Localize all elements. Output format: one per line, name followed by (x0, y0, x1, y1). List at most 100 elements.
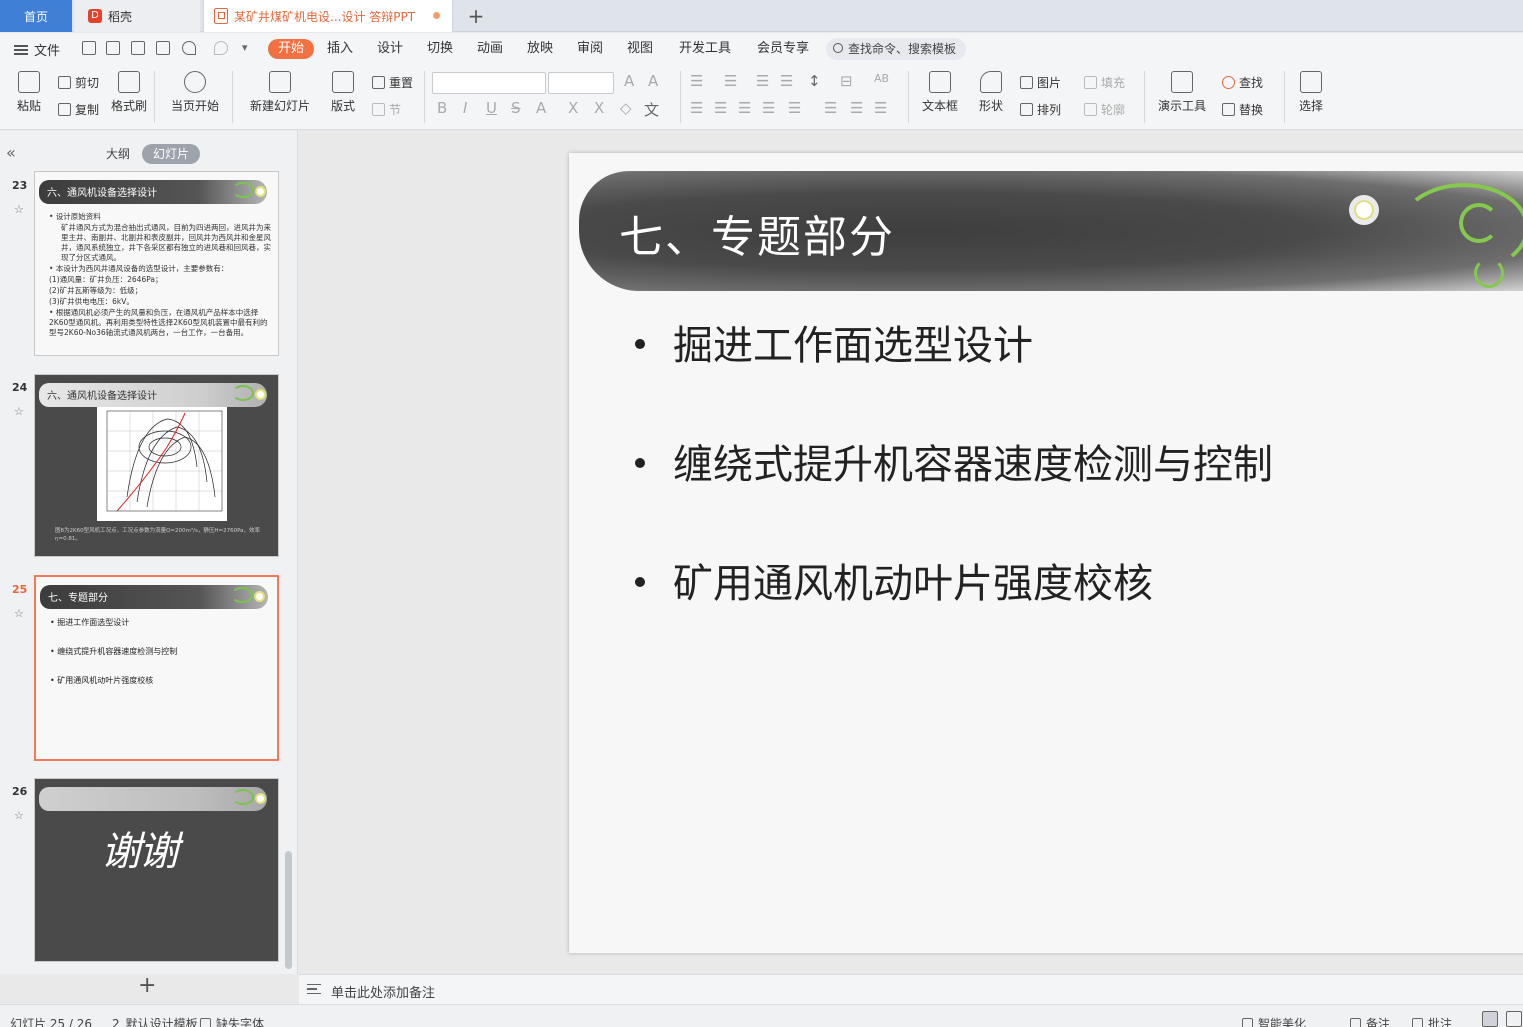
notes-pane[interactable]: 单击此处添加备注 (299, 974, 1523, 1004)
font-family-select[interactable] (432, 72, 546, 94)
command-search[interactable]: 查找命令、搜索模板 (826, 38, 966, 60)
notes-toggle-button[interactable]: 备注 (1350, 1015, 1390, 1027)
save-icon[interactable] (82, 41, 96, 55)
menu-developer[interactable]: 开发工具 (679, 39, 731, 59)
slide-thumbnail-24[interactable]: 六、通风机设备选择设计 图8为2K60型风机工况点，工况点参数为流量Q=200m… (34, 374, 279, 557)
collapse-panel-icon[interactable]: « (6, 143, 16, 162)
menu-insert[interactable]: 插入 (327, 39, 353, 59)
menu-slideshow[interactable]: 放映 (527, 39, 553, 59)
tab-outline[interactable]: 大纲 (106, 144, 130, 164)
paste-button[interactable]: 粘贴 (12, 71, 46, 114)
outline-button[interactable]: 轮廓 (1084, 101, 1125, 118)
reset-button[interactable]: 重置 (372, 74, 413, 91)
find-button[interactable]: 查找 (1222, 74, 1263, 91)
print-icon[interactable] (131, 41, 145, 55)
presenter-tools-button[interactable]: 演示工具 (1154, 71, 1210, 114)
para-spacing-icon[interactable]: ☰ (850, 99, 863, 117)
section-button[interactable]: 节 (372, 101, 401, 118)
flower-icon (1349, 195, 1379, 225)
smart-beautify-button[interactable]: 智能美化 (1242, 1015, 1306, 1027)
add-slide-button[interactable]: + (138, 973, 156, 998)
missing-font-button[interactable]: 缺失字体 (200, 1015, 264, 1027)
clear-format-icon[interactable]: ◇ (620, 99, 632, 117)
char-spacing-icon[interactable]: AB (874, 72, 889, 85)
copy-button[interactable]: 复制 (58, 101, 99, 118)
strikethrough-icon[interactable]: S (511, 99, 521, 117)
layout-button[interactable]: 版式 (326, 71, 360, 114)
new-slide-button[interactable]: 新建幻灯片 (246, 71, 314, 114)
slide-thumbnail-26[interactable]: 谢谢 (34, 778, 279, 962)
panel-scrollbar[interactable] (285, 851, 292, 969)
flower-icon (254, 591, 265, 602)
print-preview-icon[interactable] (156, 41, 170, 55)
picture-button[interactable]: 图片 (1020, 74, 1061, 91)
menu-home[interactable]: 开始 (268, 39, 315, 59)
subscript-icon[interactable]: X (594, 99, 604, 117)
justify-icon[interactable]: ☰ (762, 99, 775, 117)
menu-view[interactable]: 视图 (627, 39, 653, 59)
numbering-icon[interactable]: ☰ (724, 72, 737, 90)
start-current-slide-button[interactable]: 当页开始 (166, 71, 224, 114)
decrease-indent-icon[interactable]: ☰ (756, 72, 769, 90)
customize-toolbar-icon[interactable]: ▾ (242, 41, 256, 55)
column-icon[interactable]: ☰ (874, 99, 887, 117)
replace-icon (1222, 103, 1235, 116)
menu-transition[interactable]: 切换 (427, 39, 453, 59)
redo-icon[interactable] (214, 41, 228, 55)
tab-home[interactable]: 首页 (0, 0, 72, 32)
normal-view-icon[interactable] (1482, 1011, 1498, 1027)
export-icon[interactable] (106, 41, 120, 55)
slide-body[interactable]: 掘进工作面选型设计 缠绕式提升机容器速度检测与控制 矿用通风机动叶片强度校核 (635, 313, 1273, 670)
slide-title[interactable]: 七、专题部分 (619, 201, 895, 265)
slide-thumbnail-23[interactable]: 六、通风机设备选择设计 设计原始资料 矿井通风方式为混合抽出式通风，目前为四进两… (34, 171, 279, 356)
file-menu[interactable]: 文件 (14, 40, 60, 59)
replace-button[interactable]: 替换 (1222, 101, 1263, 118)
textbox-button[interactable]: 文本框 (918, 71, 962, 114)
slide-thumbnail-25[interactable]: 七、专题部分 掘进工作面选型设计 缠绕式提升机容器速度检测与控制 矿用通风机动叶… (34, 575, 279, 761)
star-icon[interactable]: ☆ (14, 809, 24, 822)
align-center-icon[interactable]: ☰ (714, 99, 727, 117)
align-right-icon[interactable]: ☰ (738, 99, 751, 117)
fill-button[interactable]: 填充 (1084, 74, 1125, 91)
superscript-icon[interactable]: X (568, 99, 578, 117)
format-painter-button[interactable]: 格式刷 (110, 71, 148, 114)
star-icon[interactable]: ☆ (14, 607, 24, 620)
layers-icon (1020, 103, 1033, 116)
distribute-icon[interactable]: ☰ (788, 99, 801, 117)
bold-icon[interactable]: B (437, 99, 447, 117)
tab-daoke[interactable]: D 稻壳 (74, 0, 200, 32)
menu-design[interactable]: 设计 (377, 39, 403, 59)
text-direction-icon[interactable]: ⊟ (840, 72, 853, 90)
sorter-view-icon[interactable] (1506, 1011, 1522, 1027)
arrange-button[interactable]: 排列 (1020, 101, 1061, 118)
phonetic-icon[interactable]: 文 (644, 99, 659, 120)
font-size-select[interactable] (548, 72, 614, 94)
tab-slides[interactable]: 幻灯片 (142, 144, 200, 164)
vine-icon (232, 385, 254, 401)
new-tab-button[interactable]: + (462, 0, 490, 32)
tab-document[interactable]: 某矿井煤矿机电设...设计 答辩PPT (203, 0, 453, 32)
menu-member[interactable]: 会员专享 (757, 39, 809, 59)
decrease-font-icon[interactable]: A (648, 72, 658, 90)
cut-button[interactable]: 剪切 (58, 74, 99, 91)
bullets-icon[interactable]: ☰ (690, 72, 703, 90)
shape-button[interactable]: 形状 (974, 71, 1008, 114)
menu-review[interactable]: 审阅 (577, 39, 603, 59)
font-color-icon[interactable]: A (536, 99, 546, 117)
underline-icon[interactable]: U (486, 99, 497, 117)
select-button[interactable]: 选择 (1294, 71, 1328, 114)
italic-icon[interactable]: I (463, 99, 467, 117)
sort-icon[interactable]: ↕ (808, 72, 821, 90)
undo-icon[interactable] (182, 41, 196, 55)
comments-toggle-button[interactable]: 批注 (1412, 1015, 1452, 1027)
increase-font-icon[interactable]: A (624, 72, 634, 90)
line-spacing-icon[interactable]: ☰ (824, 99, 837, 117)
menu-animation[interactable]: 动画 (477, 39, 503, 59)
star-icon[interactable]: ☆ (14, 405, 24, 418)
increase-indent-icon[interactable]: ☰ (780, 72, 793, 90)
star-icon[interactable]: ☆ (14, 203, 24, 216)
menu-bar: 文件 ▾ 开始 插入 设计 切换 动画 放映 审阅 视图 开发工具 会员专享 查… (0, 33, 1523, 63)
current-slide[interactable]: 七、专题部分 掘进工作面选型设计 缠绕式提升机容器速度检测与控制 矿用通风机动叶… (569, 153, 1523, 953)
align-left-icon[interactable]: ☰ (690, 99, 703, 117)
thumb-title: 六、通风机设备选择设计 (47, 188, 157, 199)
